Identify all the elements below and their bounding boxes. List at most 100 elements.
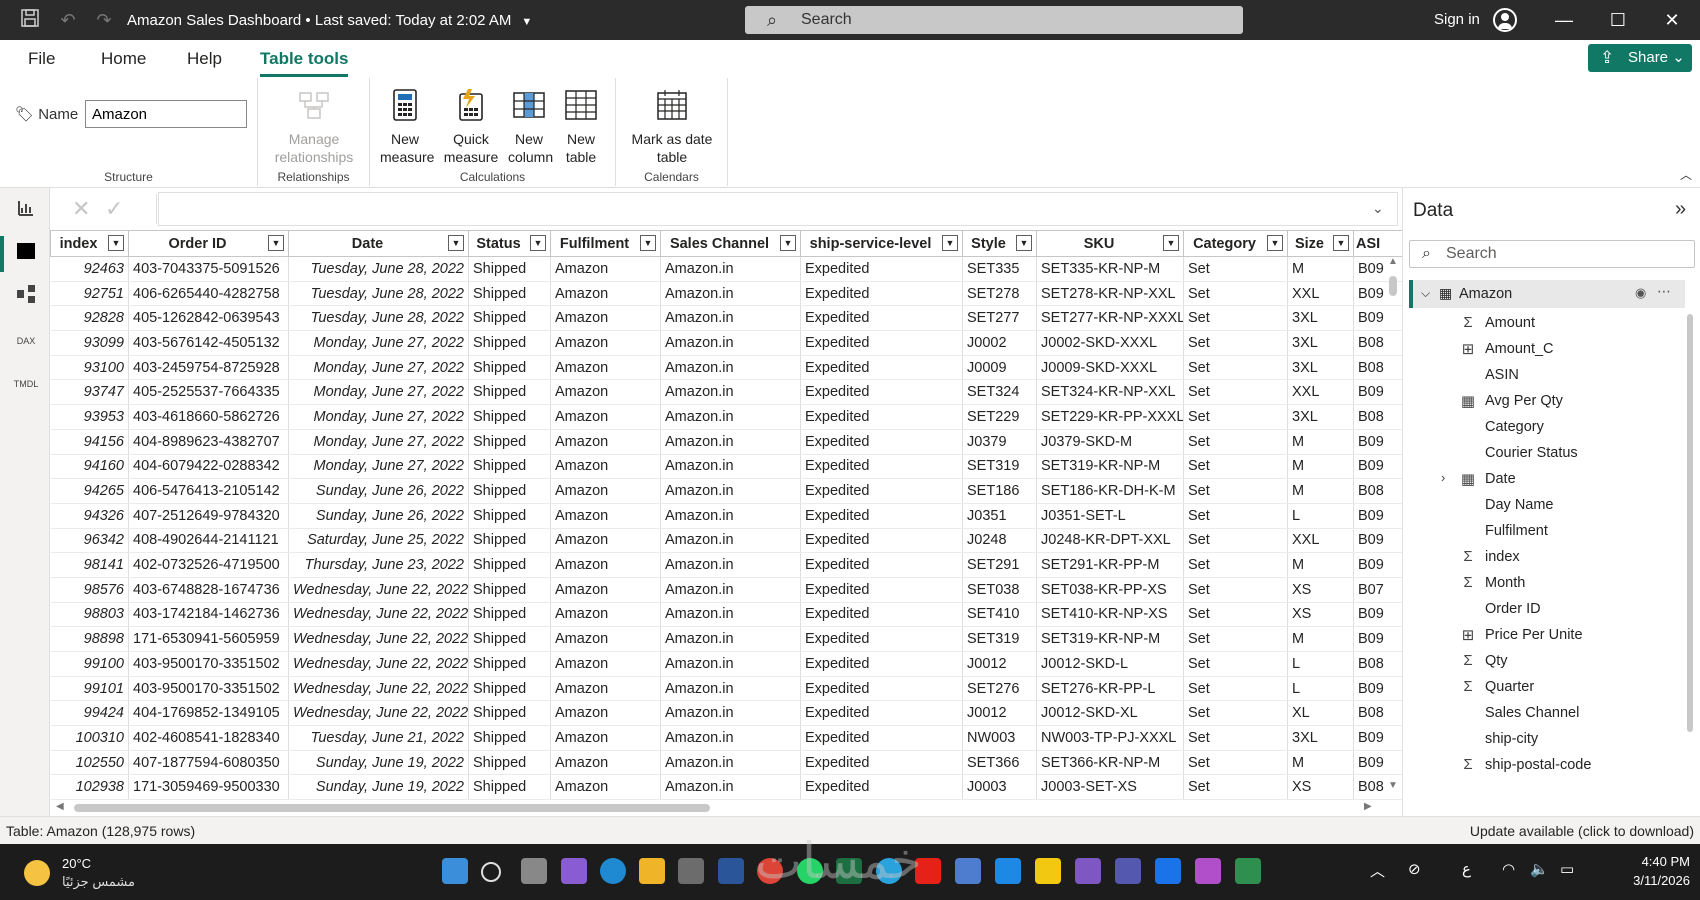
battery-icon[interactable]: ▭ xyxy=(1560,860,1574,878)
powerbi-icon[interactable] xyxy=(1035,858,1061,884)
table-cell[interactable]: B08 xyxy=(1353,478,1402,504)
field-item[interactable]: ship-city xyxy=(1409,726,1689,752)
table-cell[interactable]: L xyxy=(1287,503,1354,529)
table-cell[interactable]: Amazon xyxy=(550,577,661,603)
table-row[interactable]: 99100 403-9500170-3351502 Wednesday, June … xyxy=(50,651,1402,677)
visibility-icon[interactable]: ◉ xyxy=(1635,285,1646,301)
table-cell[interactable]: Amazon.in xyxy=(660,429,801,455)
filter-dropdown-icon[interactable]: ▼ xyxy=(530,235,546,251)
table-cell[interactable]: 99100 xyxy=(50,651,129,677)
table-cell[interactable]: 405-2525537-7664335 xyxy=(128,379,289,406)
table-row[interactable]: 98141 402-0732526-4719500 Thursday, June 2… xyxy=(50,552,1402,578)
table-cell[interactable]: Set xyxy=(1183,379,1288,406)
table-cell[interactable]: Amazon xyxy=(550,330,661,356)
table-cell[interactable]: SET366-KR-NP-M xyxy=(1036,750,1184,776)
table-cell[interactable]: Set xyxy=(1183,355,1288,381)
table-cell[interactable]: Expedited xyxy=(800,305,963,332)
start-icon[interactable] xyxy=(442,858,468,884)
table-cell[interactable]: Amazon xyxy=(550,552,661,578)
table-cell[interactable]: Monday, June 27, 2022 xyxy=(288,454,469,480)
table-cell[interactable]: Amazon.in xyxy=(660,478,801,504)
table-cell[interactable]: Shipped xyxy=(468,281,551,307)
table-cell[interactable]: Set xyxy=(1183,676,1288,702)
table-cell[interactable]: 402-4608541-1828340 xyxy=(128,725,289,751)
table-cell[interactable]: Set xyxy=(1183,305,1288,332)
table-row[interactable]: 93953 403-4618660-5862726 Monday, June 27,… xyxy=(50,404,1402,430)
table-cell[interactable]: Expedited xyxy=(800,577,963,603)
table-cell[interactable]: SET291-KR-PP-M xyxy=(1036,552,1184,578)
table-cell[interactable]: Expedited xyxy=(800,478,963,504)
table-row[interactable]: 92463 403-7043375-5091526 Tuesday, June 28… xyxy=(50,256,1402,282)
window-title[interactable]: Amazon Sales Dashboard • Last saved: Tod… xyxy=(127,12,532,29)
table-cell[interactable]: Set xyxy=(1183,478,1288,504)
commit-formula-icon[interactable]: ✓ xyxy=(105,196,123,222)
table-cell[interactable]: Set xyxy=(1183,454,1288,480)
table-cell[interactable]: Amazon xyxy=(550,404,661,430)
table-cell[interactable]: 100310 xyxy=(50,725,129,751)
table-cell[interactable]: Shipped xyxy=(468,626,551,652)
table-cell[interactable]: B09 xyxy=(1353,750,1402,776)
scroll-right-icon[interactable]: ▶ xyxy=(1364,801,1372,812)
table-cell[interactable]: Amazon.in xyxy=(660,552,801,578)
table-cell[interactable]: 403-6748828-1674736 xyxy=(128,577,289,603)
table-cell[interactable]: 94326 xyxy=(50,503,129,529)
table-cell[interactable]: SET278 xyxy=(962,281,1037,307)
table-cell[interactable]: B09 xyxy=(1353,552,1402,578)
table-cell[interactable]: Set xyxy=(1183,774,1288,800)
table-cell[interactable]: Amazon.in xyxy=(660,256,801,282)
table-cell[interactable]: Monday, June 27, 2022 xyxy=(288,355,469,381)
app-icon[interactable] xyxy=(955,858,981,884)
maximize-button[interactable]: ☐ xyxy=(1598,6,1638,34)
table-cell[interactable]: Amazon xyxy=(550,355,661,381)
table-cell[interactable]: Sunday, June 19, 2022 xyxy=(288,774,469,800)
chevron-right-icon[interactable]: › xyxy=(1441,470,1445,485)
table-cell[interactable]: B09 xyxy=(1353,725,1402,751)
chevron-down-icon[interactable]: ⌵ xyxy=(1421,286,1430,301)
table-cell[interactable]: Set xyxy=(1183,651,1288,677)
table-cell[interactable]: Shipped xyxy=(468,528,551,554)
language-indicator[interactable]: ع xyxy=(1462,860,1471,878)
table-cell[interactable]: Set xyxy=(1183,700,1288,727)
minimize-button[interactable]: — xyxy=(1544,6,1584,34)
table-cell[interactable]: B09 xyxy=(1353,602,1402,628)
table-cell[interactable]: 403-2459754-8725928 xyxy=(128,355,289,381)
system-clock[interactable]: 4:40 PM 3/11/2026 xyxy=(1600,852,1690,890)
table-cell[interactable]: XXL xyxy=(1287,379,1354,406)
table-cell[interactable]: Expedited xyxy=(800,602,963,628)
scroll-left-icon[interactable]: ◀ xyxy=(56,801,64,812)
table-cell[interactable]: 99424 xyxy=(50,700,129,727)
table-cell[interactable]: SET278-KR-NP-XXL xyxy=(1036,281,1184,307)
volume-icon[interactable]: 🔈 xyxy=(1530,860,1549,878)
table-cell[interactable]: 98576 xyxy=(50,577,129,603)
table-cell[interactable]: Expedited xyxy=(800,454,963,480)
table-cell[interactable]: Amazon.in xyxy=(660,379,801,406)
data-pane-scrollbar[interactable] xyxy=(1687,314,1693,732)
table-cell[interactable]: Shipped xyxy=(468,454,551,480)
column-header[interactable]: ship-service-level ▼ xyxy=(800,230,963,257)
column-header[interactable]: Status ▼ xyxy=(468,230,551,257)
table-cell[interactable]: 402-0732526-4719500 xyxy=(128,552,289,578)
table-cell[interactable]: Set xyxy=(1183,503,1288,529)
table-cell[interactable]: SET319 xyxy=(962,454,1037,480)
filter-dropdown-icon[interactable]: ▼ xyxy=(268,235,284,251)
visual-studio-icon[interactable] xyxy=(1195,858,1221,884)
table-cell[interactable]: Set xyxy=(1183,429,1288,455)
avatar-icon[interactable] xyxy=(1493,8,1517,32)
manage-relationships-button[interactable]: Manage relationships xyxy=(268,88,360,166)
table-row[interactable]: 92828 405-1262842-0639543 Tuesday, June 28… xyxy=(50,305,1402,332)
table-cell[interactable]: Shipped xyxy=(468,774,551,800)
dax-query-view-icon[interactable]: DAX xyxy=(13,328,39,354)
table-cell[interactable]: B09 xyxy=(1353,626,1402,652)
table-cell[interactable]: Shipped xyxy=(468,429,551,455)
table-cell[interactable]: SET186 xyxy=(962,478,1037,504)
table-cell[interactable]: 93953 xyxy=(50,404,129,430)
table-cell[interactable]: Amazon xyxy=(550,774,661,800)
table-cell[interactable]: M xyxy=(1287,552,1354,578)
collapse-ribbon-icon[interactable]: ︿ xyxy=(1680,166,1692,183)
table-cell[interactable]: J0351-SET-L xyxy=(1036,503,1184,529)
table-cell[interactable]: 404-6079422-0288342 xyxy=(128,454,289,480)
table-cell[interactable]: Amazon xyxy=(550,281,661,307)
data-search-input[interactable]: ⌕ Search xyxy=(1409,240,1695,268)
quick-measure-button[interactable]: Quick measure xyxy=(443,88,499,166)
redo-icon[interactable]: ↷ xyxy=(92,8,116,32)
